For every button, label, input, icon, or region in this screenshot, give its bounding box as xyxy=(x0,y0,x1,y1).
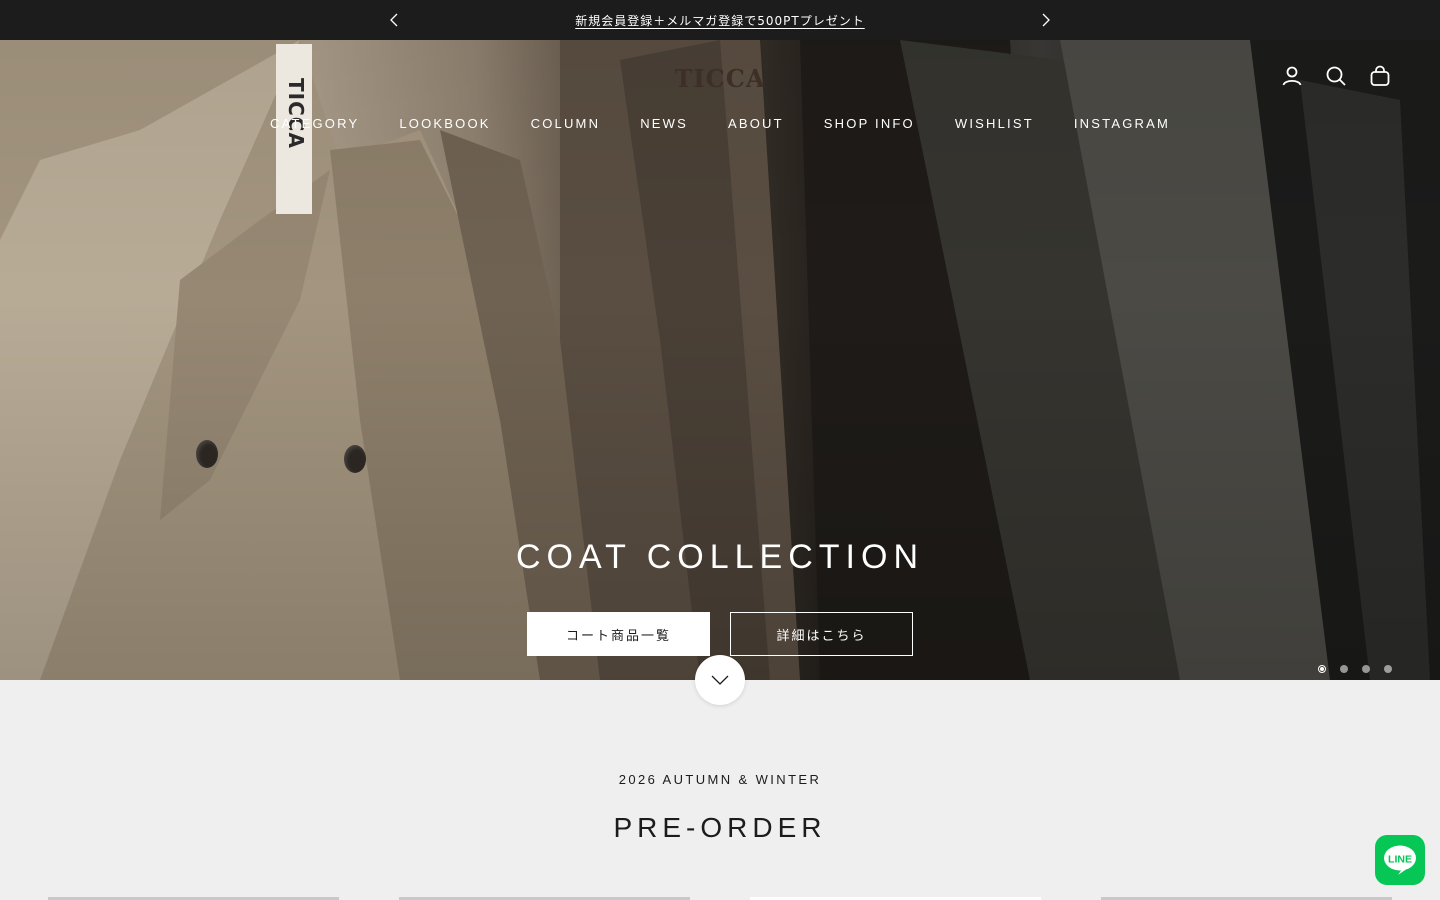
announcement-next-button[interactable] xyxy=(1036,10,1056,30)
header-icons xyxy=(1280,64,1392,88)
line-chat-button[interactable]: LINE xyxy=(1375,835,1425,885)
coat-button-2 xyxy=(344,445,366,473)
announcement-bar: 新規会員登録＋メルマガ登録で500PTプレゼント xyxy=(0,0,1440,40)
line-label: LINE xyxy=(1388,854,1412,866)
coat-button-1 xyxy=(196,440,218,468)
hero-title: COAT COLLECTION xyxy=(515,538,925,576)
search-icon[interactable] xyxy=(1324,64,1348,88)
nav-shop-info[interactable]: SHOP INFO xyxy=(824,116,915,131)
site-logo[interactable]: TICCA xyxy=(0,64,1440,93)
slide-dots xyxy=(1318,665,1392,673)
nav-lookbook[interactable]: LOOKBOOK xyxy=(399,116,490,131)
main-nav: CATEGORY LOOKBOOK COLUMN NEWS ABOUT SHOP… xyxy=(0,116,1440,131)
nav-about[interactable]: ABOUT xyxy=(728,116,784,131)
details-button[interactable]: 詳細はこちら xyxy=(730,612,913,656)
nav-news[interactable]: NEWS xyxy=(640,116,688,131)
scroll-down-button[interactable] xyxy=(695,655,745,705)
hero-overlay xyxy=(0,40,1440,680)
nav-wishlist[interactable]: WISHLIST xyxy=(955,116,1034,131)
section-subtitle: 2026 AUTUMN & WINTER xyxy=(618,772,822,787)
hero-slideshow: TICCA COAT COLLECTION コート商品一覧 詳細はこちら xyxy=(0,40,1440,680)
slide-dot-3[interactable] xyxy=(1362,665,1370,673)
coat-list-button[interactable]: コート商品一覧 xyxy=(527,612,710,656)
section-title: PRE-ORDER xyxy=(613,812,827,843)
account-icon[interactable] xyxy=(1280,64,1304,88)
cart-icon[interactable] xyxy=(1368,64,1392,88)
slide-dot-2[interactable] xyxy=(1340,665,1348,673)
line-icon: LINE xyxy=(1384,845,1416,875)
slide-dot-4[interactable] xyxy=(1384,665,1392,673)
nav-category[interactable]: CATEGORY xyxy=(270,116,359,131)
chevron-down-icon xyxy=(711,675,729,685)
announcement-link[interactable]: 新規会員登録＋メルマガ登録で500PTプレゼント xyxy=(0,12,1440,29)
chevron-right-icon xyxy=(1042,13,1050,27)
nav-column[interactable]: COLUMN xyxy=(531,116,601,131)
slide-dot-1[interactable] xyxy=(1318,665,1326,673)
nav-instagram[interactable]: INSTAGRAM xyxy=(1074,116,1170,131)
